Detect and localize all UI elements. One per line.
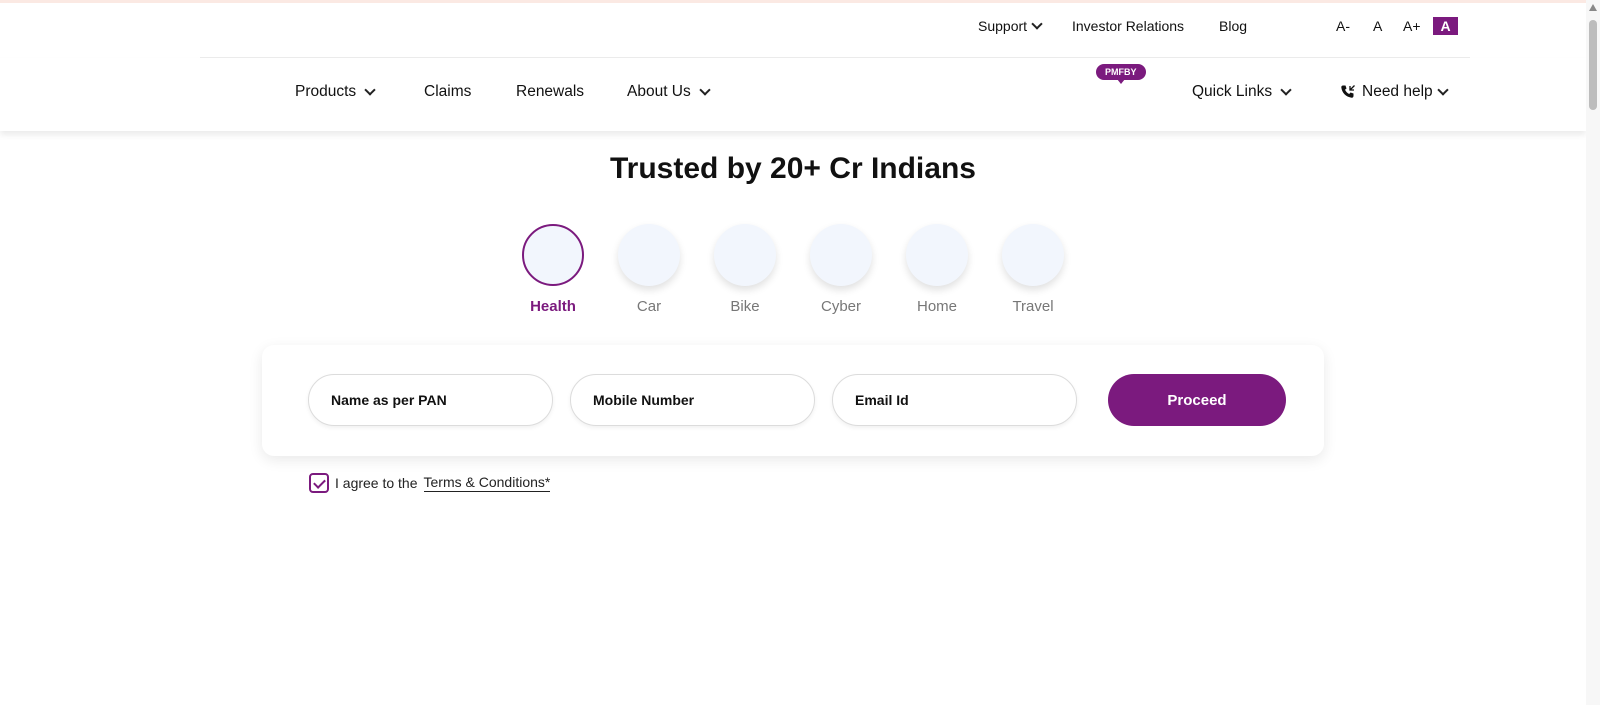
- terms-checkbox[interactable]: [309, 473, 329, 493]
- product-bike-label: Bike: [730, 298, 760, 315]
- health-icon: [522, 224, 584, 286]
- blog-label: Blog: [1219, 18, 1248, 34]
- product-travel[interactable]: Travel: [993, 224, 1073, 315]
- scrollbar-thumb[interactable]: [1589, 20, 1597, 110]
- nav-products[interactable]: Products: [295, 83, 376, 101]
- mobile-input[interactable]: [593, 392, 793, 408]
- product-cyber-label: Cyber: [820, 298, 861, 315]
- utility-bar: Support Investor Relations Blog A- A A+ …: [0, 16, 1586, 40]
- name-input[interactable]: [331, 392, 531, 408]
- phone-icon: [1341, 85, 1355, 98]
- nav-quick-links-label: Quick Links: [1192, 83, 1273, 100]
- nav-need-help-label: Need help: [1362, 83, 1433, 100]
- chevron-down-icon: [1437, 83, 1449, 96]
- lead-form-card: Proceed: [262, 345, 1324, 456]
- email-input[interactable]: [855, 392, 1055, 408]
- chevron-down-icon: [1280, 83, 1292, 96]
- font-increase-button[interactable]: A+: [1403, 17, 1421, 35]
- support-label: Support: [978, 18, 1028, 34]
- nav-about-us-label: About Us: [627, 83, 691, 100]
- product-car[interactable]: Car: [609, 224, 689, 315]
- font-active-button[interactable]: A: [1433, 17, 1458, 35]
- nav-renewals-label: Renewals: [516, 83, 585, 100]
- terms-agreement: I agree to the Terms & Conditions*: [309, 473, 551, 493]
- nav-about-us[interactable]: About Us: [627, 83, 711, 101]
- nav-products-label: Products: [295, 83, 357, 100]
- name-field[interactable]: [308, 374, 553, 426]
- scrollbar[interactable]: [1586, 0, 1600, 705]
- terms-link[interactable]: Terms & Conditions*: [423, 474, 551, 492]
- blog-link[interactable]: Blog: [1219, 18, 1247, 34]
- font-decrease-button[interactable]: A-: [1336, 17, 1350, 35]
- chevron-down-icon: [364, 83, 376, 96]
- hero-title: Trusted by 20+ Cr Indians: [610, 152, 976, 185]
- support-menu[interactable]: Support: [978, 17, 1043, 34]
- bike-icon: [714, 224, 776, 286]
- email-field[interactable]: [832, 374, 1077, 426]
- nav-renewals[interactable]: Renewals: [516, 83, 584, 101]
- nav-quick-links[interactable]: Quick Links: [1192, 83, 1292, 101]
- product-car-label: Car: [636, 298, 662, 315]
- chevron-down-icon: [1031, 17, 1043, 30]
- car-icon: [618, 224, 680, 286]
- product-health-label: Health: [530, 298, 576, 315]
- product-home[interactable]: Home: [897, 224, 977, 315]
- cyber-icon: [810, 224, 872, 286]
- nav-claims-label: Claims: [424, 83, 472, 100]
- top-accent-bar: [0, 0, 1586, 3]
- product-bike[interactable]: Bike: [705, 224, 785, 315]
- investor-relations-label: Investor Relations: [1072, 18, 1185, 34]
- product-home-label: Home: [916, 298, 957, 315]
- proceed-button[interactable]: Proceed: [1108, 374, 1286, 426]
- travel-icon: [1002, 224, 1064, 286]
- product-health[interactable]: Health: [513, 224, 593, 315]
- nav-claims[interactable]: Claims: [424, 83, 471, 101]
- home-icon: [906, 224, 968, 286]
- chevron-down-icon: [699, 83, 711, 96]
- pmfby-badge[interactable]: PMFBY: [1096, 64, 1146, 84]
- product-cyber[interactable]: Cyber: [801, 224, 881, 315]
- agreement-prefix: I agree to the: [335, 475, 418, 491]
- nav-need-help[interactable]: Need help: [1340, 83, 1449, 101]
- font-normal-button[interactable]: A: [1373, 17, 1382, 35]
- investor-relations-link[interactable]: Investor Relations: [1072, 18, 1184, 34]
- mobile-field[interactable]: [570, 374, 815, 426]
- main-nav: Products Claims Renewals About Us PMFBY …: [0, 58, 1586, 131]
- scroll-up-arrow-icon[interactable]: [1589, 4, 1597, 11]
- product-travel-label: Travel: [1012, 298, 1054, 315]
